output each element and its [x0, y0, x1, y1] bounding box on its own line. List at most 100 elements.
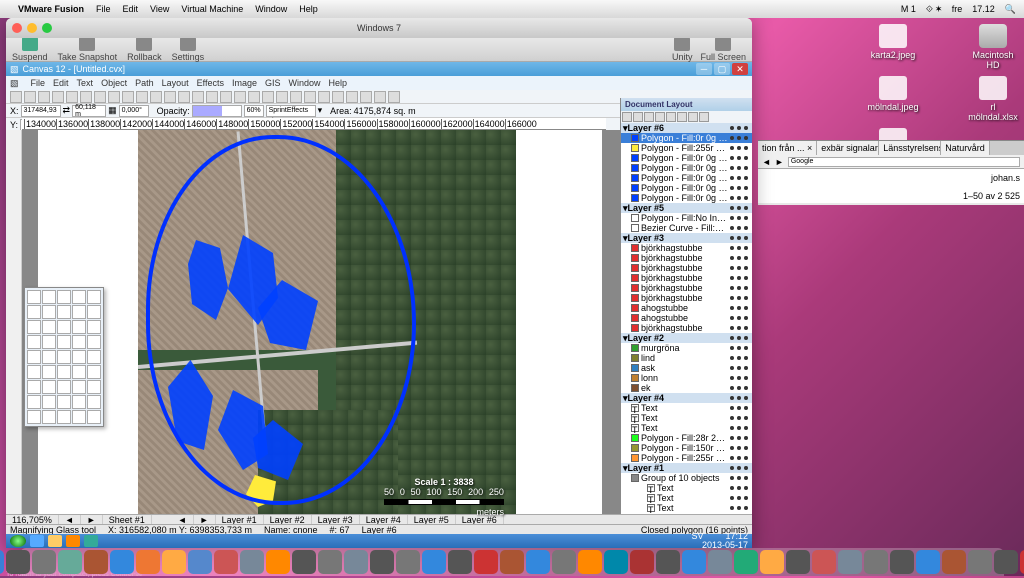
lock-icon[interactable]: ▦ [108, 105, 117, 116]
dock-app[interactable] [682, 550, 706, 574]
layer-group[interactable]: ▾ Layer #1 [621, 463, 752, 473]
toolbar-icon[interactable] [388, 91, 400, 103]
toolbar-icon[interactable] [206, 91, 218, 103]
unity-button[interactable]: Unity [672, 37, 693, 62]
dock-app[interactable] [396, 550, 420, 574]
xa-field[interactable]: 0,000° [119, 105, 149, 117]
toolbar-icon[interactable] [290, 91, 302, 103]
url-field[interactable]: Google [788, 157, 1020, 167]
dock-app[interactable] [0, 550, 4, 574]
dock-app[interactable] [448, 550, 472, 574]
tool-button[interactable] [87, 320, 101, 334]
dock-app[interactable] [370, 550, 394, 574]
win-menu-item[interactable]: Path [135, 78, 154, 88]
wifi-icon[interactable]: ⟐ ✶ [926, 4, 942, 15]
panel-tool-icon[interactable] [633, 112, 643, 122]
tool-button[interactable] [42, 410, 56, 424]
task-media[interactable] [66, 535, 80, 547]
tool-button[interactable] [27, 290, 41, 304]
dock-app[interactable] [136, 550, 160, 574]
tool-button[interactable] [57, 350, 71, 364]
tool-button[interactable] [57, 380, 71, 394]
layer-group[interactable]: ▾ Layer #6 [621, 123, 752, 133]
layer-group[interactable]: ▾ Layer #2 [621, 333, 752, 343]
layer-item[interactable]: Polygon - Fill:0r 0g 255b - P [621, 153, 752, 163]
toolbar-icon[interactable] [262, 91, 274, 103]
layer-item[interactable]: TText [621, 493, 752, 503]
dock-app[interactable] [890, 550, 914, 574]
tool-button[interactable] [57, 365, 71, 379]
win-close-icon[interactable]: ✕ [732, 63, 748, 75]
win-min-icon[interactable]: ─ [696, 63, 712, 75]
layer-item[interactable]: björkhagstubbe [621, 283, 752, 293]
toolbar-icon[interactable] [346, 91, 358, 103]
tool-button[interactable] [87, 380, 101, 394]
dock-app[interactable] [734, 550, 758, 574]
toolbar-icon[interactable] [136, 91, 148, 103]
dock-app[interactable] [292, 550, 316, 574]
panel-tool-icon[interactable] [688, 112, 698, 122]
layer-tab[interactable]: Layer #1 [216, 515, 264, 525]
clock[interactable]: 17.12 [972, 4, 995, 14]
toolbar-icon[interactable] [66, 91, 78, 103]
dock-app[interactable] [240, 550, 264, 574]
menu-help[interactable]: Help [299, 4, 318, 14]
panel-tool-icon[interactable] [666, 112, 676, 122]
dock-app[interactable] [786, 550, 810, 574]
dock-app[interactable] [812, 550, 836, 574]
tool-button[interactable] [57, 305, 71, 319]
snapshot-button[interactable]: Take Snapshot [58, 37, 118, 62]
layer-item[interactable]: Polygon - Fill:0r 0g 255b - P [621, 193, 752, 203]
tool-button[interactable] [27, 410, 41, 424]
tool-button[interactable] [42, 395, 56, 409]
blue-ellipse[interactable] [146, 135, 416, 505]
toolbar-icon[interactable] [94, 91, 106, 103]
layer-item[interactable]: Polygon - Fill:255r 255g 50b [621, 143, 752, 153]
tool-button[interactable] [57, 290, 71, 304]
layer-item[interactable]: ask [621, 363, 752, 373]
desktop-icon[interactable]: rl mölndal.xlsx [970, 76, 1016, 122]
tool-button[interactable] [57, 335, 71, 349]
vmware-titlebar[interactable]: Windows 7 [6, 18, 752, 38]
tool-palette[interactable] [24, 287, 104, 427]
toolbar-icon[interactable] [374, 91, 386, 103]
nav-icon[interactable]: ► [81, 515, 103, 525]
dock-app[interactable] [578, 550, 602, 574]
xm-field[interactable]: 60,118 m [72, 105, 106, 117]
layer-item[interactable]: Group of 10 objects [621, 473, 752, 483]
link-icon[interactable]: ⇄ [63, 105, 71, 116]
tool-button[interactable] [87, 365, 101, 379]
tool-button[interactable] [27, 305, 41, 319]
tool-button[interactable] [72, 320, 86, 334]
x-field[interactable]: 317484,93 [21, 105, 61, 117]
settings-button[interactable]: Settings [172, 37, 205, 62]
win-menu-item[interactable]: Window [289, 78, 321, 88]
app-name[interactable]: VMware Fusion [18, 4, 84, 14]
toolbar-icon[interactable] [38, 91, 50, 103]
toolbar-icon[interactable] [220, 91, 232, 103]
win-menu-item[interactable]: Edit [53, 78, 69, 88]
tool-button[interactable] [72, 305, 86, 319]
toolbar-icon[interactable] [318, 91, 330, 103]
layer-item[interactable]: TText [621, 503, 752, 513]
menu-view[interactable]: View [150, 4, 169, 14]
toolbar-icon[interactable] [80, 91, 92, 103]
fullscreen-button[interactable]: Full Screen [700, 37, 746, 62]
layer-item[interactable]: TText [621, 413, 752, 423]
desktop-icon[interactable]: karta2.jpeg [870, 24, 916, 70]
toolbar-icon[interactable] [164, 91, 176, 103]
layer-item[interactable]: Polygon - Fill:28r 255g 28b [621, 433, 752, 443]
win-max-icon[interactable]: ▢ [714, 63, 730, 75]
dock-app[interactable] [968, 550, 992, 574]
battery-icon[interactable]: M 1 [901, 4, 916, 14]
dock-app[interactable] [760, 550, 784, 574]
layer-tree[interactable]: ▾ Layer #6Polygon - Fill:0r 0g 255b - PP… [621, 123, 752, 519]
layer-item[interactable]: lind [621, 353, 752, 363]
dock-app[interactable] [1020, 550, 1024, 574]
layer-item[interactable]: Polygon - Fill:150r 150g 50b [621, 443, 752, 453]
tool-button[interactable] [72, 380, 86, 394]
tool-button[interactable] [42, 380, 56, 394]
opacity-value[interactable]: 60% [244, 105, 264, 117]
dock-app[interactable] [552, 550, 576, 574]
desktop-icon[interactable]: mölndal.jpeg [870, 76, 916, 122]
